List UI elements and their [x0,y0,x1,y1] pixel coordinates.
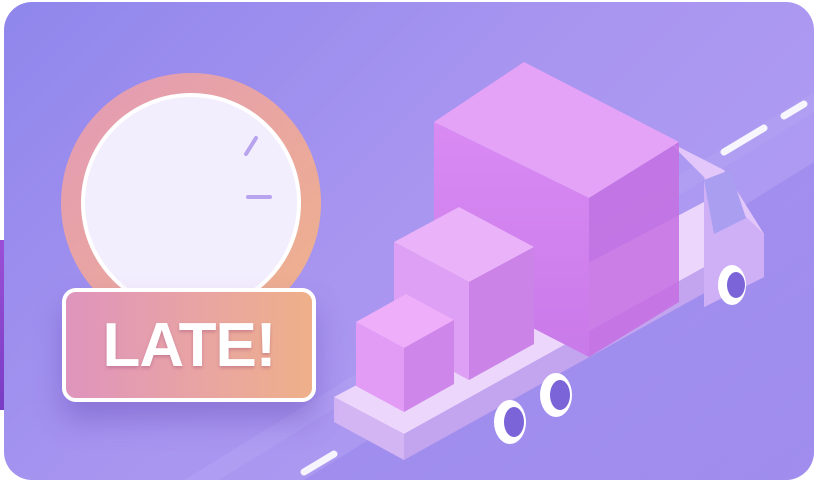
late-label: LATE! [102,310,277,380]
late-delivery-illustration: LATE! [4,2,814,480]
late-badge: LATE! [62,288,316,402]
